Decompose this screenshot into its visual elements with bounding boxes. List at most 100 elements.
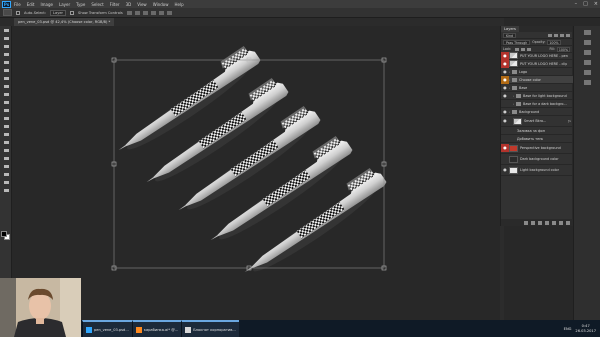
language-indicator[interactable]: ENG <box>564 327 572 331</box>
rectangle-tool-icon[interactable] <box>2 164 10 169</box>
align-center-icon[interactable] <box>158 10 164 15</box>
align-top-icon[interactable] <box>126 10 132 15</box>
layers-tab[interactable]: Layers <box>501 26 519 32</box>
crop-tool-icon[interactable] <box>2 60 10 65</box>
link-layers-icon[interactable] <box>524 220 528 225</box>
menu-filter[interactable]: Filter <box>110 2 120 7</box>
visibility-eye-icon[interactable]: ● <box>501 75 509 84</box>
new-layer-icon[interactable] <box>559 220 563 225</box>
history-panel-icon[interactable] <box>584 30 591 35</box>
layer-row[interactable]: ● PUT YOUR LOGO HERE - pen <box>501 51 573 60</box>
taskbar-item-illustrator[interactable]: карабинка.ai* @... <box>131 320 182 337</box>
paragraph-panel-icon[interactable] <box>584 60 591 65</box>
visibility-eye-icon[interactable]: ● <box>501 117 509 125</box>
menu-file[interactable]: File <box>14 2 21 7</box>
visibility-eye-icon[interactable]: ● <box>501 108 509 116</box>
minimize-button[interactable]: – <box>575 0 578 8</box>
history-brush-tool-icon[interactable] <box>2 100 10 105</box>
move-tool-preset-icon[interactable] <box>3 9 12 16</box>
adjustment-layer-icon[interactable] <box>545 220 549 225</box>
menu-type[interactable]: Type <box>76 2 85 7</box>
show-transform-checkbox[interactable] <box>70 10 75 15</box>
layer-row[interactable]: ● Dark background color <box>501 154 573 165</box>
pen-tool-icon[interactable] <box>2 140 10 145</box>
layer-row[interactable]: ● › Background <box>501 108 573 116</box>
eraser-tool-icon[interactable] <box>2 108 10 113</box>
trash-icon[interactable] <box>566 220 570 225</box>
taskbar-item-document[interactable]: Блокнот корпоратив... <box>181 320 239 337</box>
layer-row[interactable]: ● › Choose color <box>501 75 573 84</box>
close-button[interactable]: × <box>594 0 598 8</box>
document-tab[interactable]: pen_vene_03.psd @ 42,4% (Choose color, R… <box>14 18 115 26</box>
layer-row[interactable]: ● › Base for light background <box>501 92 573 100</box>
lasso-tool-icon[interactable] <box>2 44 10 49</box>
auto-select-dropdown[interactable]: Layer <box>50 9 67 16</box>
layer-row[interactable]: ● Добавить тень <box>501 135 573 143</box>
filter-adjustment-icon[interactable] <box>554 33 558 37</box>
filter-shape-icon[interactable] <box>566 33 570 37</box>
align-bottom-icon[interactable] <box>142 10 148 15</box>
visibility-eye-icon[interactable]: ● <box>501 100 509 108</box>
clock[interactable]: 0:47 26.03.2017 <box>575 324 596 334</box>
foreground-color-swatch[interactable] <box>1 231 7 237</box>
visibility-eye-icon[interactable]: ● <box>501 59 509 68</box>
paths-panel-icon[interactable] <box>584 80 591 85</box>
eyedropper-tool-icon[interactable] <box>2 68 10 73</box>
edit-toolbar-icon[interactable] <box>2 188 10 193</box>
visibility-eye-icon[interactable]: ● <box>501 68 509 76</box>
menu-view[interactable]: View <box>137 2 147 7</box>
layer-row[interactable]: ● › Logo <box>501 68 573 76</box>
kind-filter-dropdown[interactable]: Kind <box>503 32 517 38</box>
type-tool-icon[interactable] <box>2 148 10 153</box>
visibility-eye-icon[interactable]: ● <box>501 51 509 60</box>
lock-position-icon[interactable] <box>521 47 526 51</box>
menu-3d[interactable]: 3D <box>126 2 132 7</box>
zoom-tool-icon[interactable] <box>2 180 10 185</box>
menu-layer[interactable]: Layer <box>59 2 70 7</box>
align-right-icon[interactable] <box>166 10 172 15</box>
gradient-tool-icon[interactable] <box>2 116 10 121</box>
healing-brush-tool-icon[interactable] <box>2 76 10 81</box>
properties-panel-icon[interactable] <box>584 40 591 45</box>
layer-row[interactable]: ●›Base for a dark backgro... <box>501 100 573 108</box>
visibility-eye-icon[interactable]: ● <box>501 84 509 92</box>
filter-pixel-icon[interactable] <box>548 33 552 37</box>
hand-tool-icon[interactable] <box>2 172 10 177</box>
visibility-eye-icon[interactable]: ● <box>501 155 509 163</box>
opacity-field[interactable]: 100% <box>547 39 561 45</box>
maximize-button[interactable]: □ <box>583 0 588 8</box>
menu-edit[interactable]: Edit <box>27 2 35 7</box>
quick-select-tool-icon[interactable] <box>2 52 10 57</box>
path-selection-tool-icon[interactable] <box>2 156 10 161</box>
clone-stamp-tool-icon[interactable] <box>2 92 10 97</box>
auto-select-checkbox[interactable] <box>16 10 20 15</box>
channels-panel-icon[interactable] <box>584 70 591 75</box>
filter-type-icon[interactable] <box>560 33 564 37</box>
lock-all-icon[interactable] <box>527 47 532 51</box>
layer-row[interactable]: ● Light background color <box>501 165 573 176</box>
blend-mode-dropdown[interactable]: Pass Through <box>503 39 531 45</box>
fx-icon[interactable] <box>531 220 535 225</box>
layer-row[interactable]: ● Smart Bkro... ƒx <box>501 116 573 127</box>
menu-select[interactable]: Select <box>91 2 103 7</box>
taskbar-item-photoshop[interactable]: pen_vene_03.psd... <box>82 320 132 337</box>
visibility-eye-icon[interactable]: ● <box>501 144 509 152</box>
align-middle-icon[interactable] <box>134 10 140 15</box>
layer-row[interactable]: ● › Base <box>501 84 573 92</box>
visibility-eye-icon[interactable]: ● <box>501 135 509 143</box>
menu-window[interactable]: Window <box>153 2 169 7</box>
layer-row[interactable]: ● Заливка за фон <box>501 127 573 135</box>
align-left-icon[interactable] <box>150 10 156 15</box>
visibility-eye-icon[interactable]: ● <box>501 92 509 100</box>
visibility-eye-icon[interactable]: ● <box>501 127 509 135</box>
layer-row[interactable]: ● Perspective background <box>501 143 573 154</box>
menu-help[interactable]: Help <box>174 2 183 7</box>
marquee-tool-icon[interactable] <box>2 36 10 41</box>
fill-field[interactable]: 100% <box>556 46 570 52</box>
new-group-icon[interactable] <box>552 220 556 225</box>
visibility-eye-icon[interactable]: ● <box>501 166 509 174</box>
add-mask-icon[interactable] <box>538 220 542 225</box>
brush-tool-icon[interactable] <box>2 84 10 89</box>
menu-image[interactable]: Image <box>40 2 53 7</box>
dodge-tool-icon[interactable] <box>2 132 10 137</box>
